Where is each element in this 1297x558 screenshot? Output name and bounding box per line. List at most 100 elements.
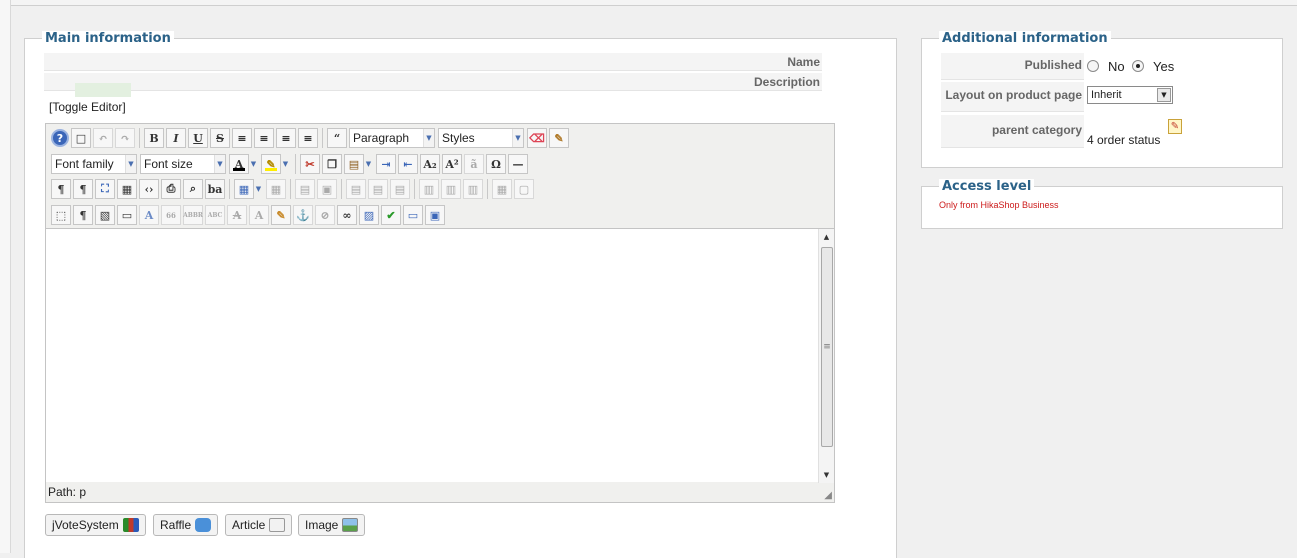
insert-text-icon[interactable]: A — [249, 205, 269, 225]
align-center-icon[interactable]: ≡ — [254, 128, 274, 148]
raffle-label: Raffle — [160, 518, 192, 532]
scroll-down-icon[interactable]: ▼ — [819, 467, 834, 483]
table-cell-props-icon[interactable]: ▣ — [317, 179, 337, 199]
cut-icon[interactable]: ✂ — [300, 154, 320, 174]
acronym-icon[interactable]: ABC — [205, 205, 225, 225]
published-no-radio[interactable] — [1087, 60, 1099, 72]
layer-icon[interactable]: ▭ — [403, 205, 423, 225]
insert-image-icon[interactable]: ▨ — [359, 205, 379, 225]
spellcheck-icon[interactable]: ✔ — [381, 205, 401, 225]
chevron-down-icon: ▼ — [214, 155, 225, 173]
template-icon[interactable]: ▦ — [117, 179, 137, 199]
outdent-icon[interactable]: ⇤ — [398, 154, 418, 174]
copy-icon[interactable]: ❐ — [322, 154, 342, 174]
highlight-color-icon[interactable]: ✎ — [261, 154, 281, 174]
strikethrough-icon[interactable]: S — [210, 128, 230, 148]
align-right-icon[interactable]: ≡ — [298, 128, 318, 148]
cleanup-brush-icon[interactable]: ✎ — [549, 128, 569, 148]
rtl-icon[interactable]: ¶ — [73, 179, 93, 199]
delete-text-icon[interactable]: A — [227, 205, 247, 225]
help-icon[interactable]: ? — [51, 129, 69, 147]
italic-icon[interactable]: I — [166, 128, 186, 148]
insert-table-icon[interactable]: ▦ — [234, 179, 254, 199]
cite-icon[interactable]: 66 — [161, 205, 181, 225]
subscript-icon[interactable]: A₂ — [420, 154, 440, 174]
align-left-icon[interactable]: ≡ — [276, 128, 296, 148]
font-size-select[interactable]: Font size ▼ — [140, 154, 226, 174]
description-label: Description — [753, 75, 820, 89]
merge-cells-icon[interactable]: ▢ — [514, 179, 534, 199]
image-button[interactable]: Image — [298, 514, 366, 536]
toolbar-separator — [229, 179, 230, 199]
print-icon[interactable]: ⎙ — [161, 179, 181, 199]
anchor-icon[interactable]: ⚓ — [293, 205, 313, 225]
fullscreen-icon[interactable]: ⛶ — [95, 179, 115, 199]
insert-row-before-icon[interactable]: ▤ — [346, 179, 366, 199]
delete-table-icon[interactable]: ▦ — [266, 179, 286, 199]
align-justify-icon[interactable]: ≡ — [232, 128, 252, 148]
toolbar-separator — [295, 154, 296, 174]
delete-col-icon[interactable]: ▥ — [463, 179, 483, 199]
unlink-icon[interactable]: ⊘ — [315, 205, 335, 225]
resize-handle-icon[interactable]: ◢ — [824, 490, 832, 501]
insert-col-before-icon[interactable]: ▥ — [419, 179, 439, 199]
font-family-select[interactable]: Font family ▼ — [51, 154, 137, 174]
eraser-icon[interactable]: ⌫ — [527, 128, 547, 148]
published-no-label: No — [1108, 59, 1125, 74]
toolbar-separator — [322, 128, 323, 148]
insert-col-after-icon[interactable]: ▥ — [441, 179, 461, 199]
blockquote-icon[interactable]: “ — [327, 128, 347, 148]
visual-aid-icon[interactable]: ⬚ — [51, 205, 71, 225]
paste-icon[interactable]: ▤ — [344, 154, 364, 174]
media-icon[interactable]: ▣ — [425, 205, 445, 225]
published-yes-radio[interactable] — [1132, 60, 1144, 72]
abbr-icon[interactable]: ABBR — [183, 205, 203, 225]
undo-icon[interactable]: ↶ — [93, 128, 113, 148]
find-icon[interactable]: ⌕ — [183, 179, 203, 199]
bold-icon[interactable]: B — [144, 128, 164, 148]
jvotesystem-button[interactable]: jVoteSystem — [45, 514, 146, 536]
save-icon[interactable]: ▭ — [117, 205, 137, 225]
edit-icon[interactable]: ✎ — [1168, 119, 1182, 134]
underline-icon[interactable]: U — [188, 128, 208, 148]
new-document-icon[interactable]: □ — [71, 128, 91, 148]
paragraph-format-value: Paragraph — [353, 131, 410, 145]
styleprops-icon[interactable]: A — [139, 205, 159, 225]
chevron-down-icon[interactable]: ▼ — [281, 154, 290, 174]
scroll-up-icon[interactable]: ▲ — [819, 229, 834, 245]
scroll-thumb[interactable]: ≡ — [821, 247, 833, 447]
preview-icon[interactable]: ▧ — [95, 205, 115, 225]
redo-icon[interactable]: ↷ — [115, 128, 135, 148]
styles-select[interactable]: Styles ▼ — [438, 128, 524, 148]
ltr-icon[interactable]: ¶ — [51, 179, 71, 199]
delete-row-icon[interactable]: ▤ — [390, 179, 410, 199]
editor-scrollbar[interactable]: ▲ ≡ ▼ — [818, 229, 834, 483]
split-cells-icon[interactable]: ▦ — [492, 179, 512, 199]
description-input[interactable] — [75, 83, 131, 97]
link-icon[interactable]: ∞ — [337, 205, 357, 225]
article-button[interactable]: Article — [225, 514, 293, 536]
superscript-icon[interactable]: A² — [442, 154, 462, 174]
source-code-icon[interactable]: ‹› — [139, 179, 159, 199]
text-color-icon[interactable]: A — [229, 154, 249, 174]
name-row: Name — [44, 53, 822, 71]
table-row-props-icon[interactable]: ▤ — [295, 179, 315, 199]
chevron-down-icon[interactable]: ▼ — [364, 154, 373, 174]
published-row: Published — [941, 53, 1084, 80]
toggle-editor-link[interactable]: [Toggle Editor] — [49, 100, 126, 114]
chevron-down-icon: ▼ — [125, 155, 136, 173]
insert-row-after-icon[interactable]: ▤ — [368, 179, 388, 199]
omega-icon[interactable]: Ω — [486, 154, 506, 174]
chevron-down-icon[interactable]: ▼ — [254, 179, 263, 199]
attribs-icon[interactable]: ✎ — [271, 205, 291, 225]
indent-icon[interactable]: ⇥ — [376, 154, 396, 174]
character-map-icon[interactable]: ã — [464, 154, 484, 174]
editor-content-area[interactable]: ▲ ≡ ▼ — [46, 228, 834, 483]
paragraph-format-select[interactable]: Paragraph ▼ — [349, 128, 435, 148]
show-blocks-icon[interactable]: ¶ — [73, 205, 93, 225]
layout-select[interactable]: Inherit ▼ — [1087, 86, 1173, 104]
replace-icon[interactable]: ba — [205, 179, 225, 199]
horizontal-rule-icon[interactable]: — — [508, 154, 528, 174]
raffle-button[interactable]: Raffle — [153, 514, 219, 536]
chevron-down-icon[interactable]: ▼ — [249, 154, 258, 174]
